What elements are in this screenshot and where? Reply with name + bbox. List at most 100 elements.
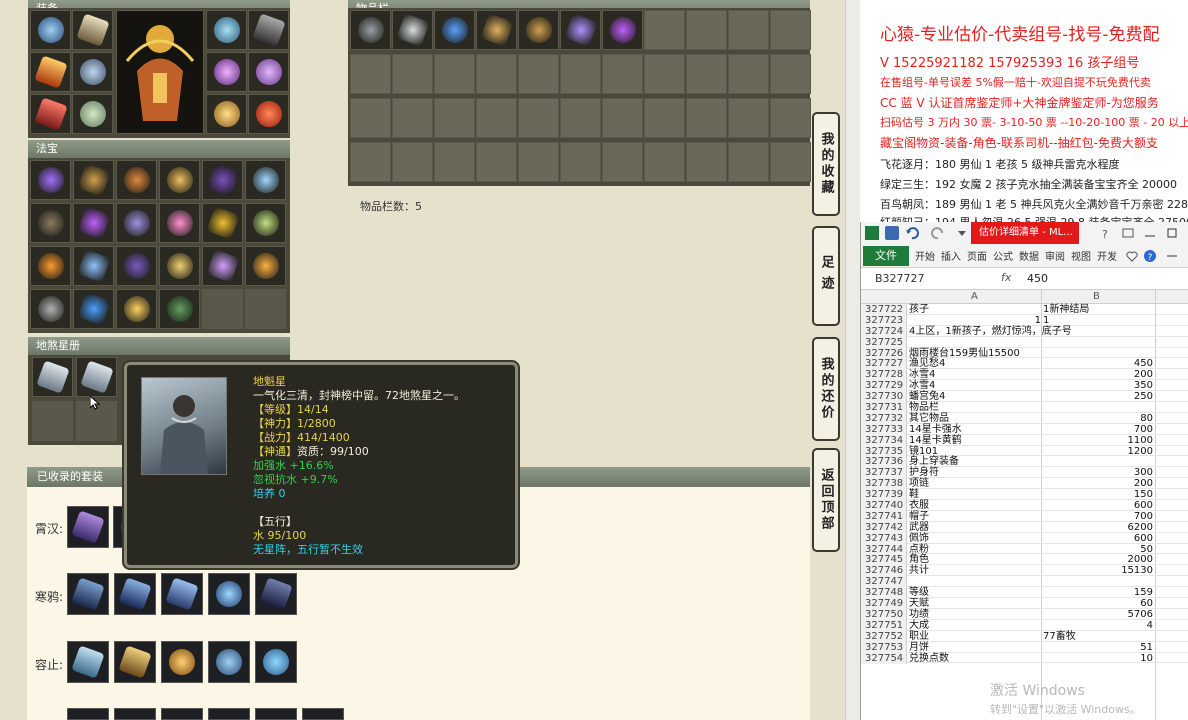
equip-slot-armor[interactable] bbox=[72, 52, 113, 92]
inventory-slot[interactable] bbox=[350, 98, 391, 138]
row-number[interactable]: 327738 bbox=[861, 478, 907, 490]
sheet-row[interactable]: 327740 衣服 600 bbox=[861, 500, 1188, 512]
cell-b[interactable]: 150 bbox=[1043, 489, 1153, 500]
inventory-slot[interactable] bbox=[434, 98, 475, 138]
name-box[interactable]: B327727 bbox=[875, 272, 925, 285]
fabao-slot[interactable] bbox=[202, 289, 243, 329]
cell-a[interactable]: 等级 bbox=[909, 587, 1041, 598]
set-item-row4-6[interactable] bbox=[302, 708, 344, 720]
sheet-row[interactable]: 327748 等级 159 bbox=[861, 587, 1188, 599]
equip-slot-sword[interactable] bbox=[30, 52, 71, 92]
sheet-row[interactable]: 327752 职业 77畜牧 bbox=[861, 630, 1188, 642]
undo-icon[interactable] bbox=[905, 226, 919, 240]
row-number[interactable]: 327737 bbox=[861, 467, 907, 479]
cell-b[interactable]: 6200 bbox=[1043, 522, 1153, 533]
row-number[interactable]: 327723 bbox=[861, 314, 907, 326]
equip-slot-boots[interactable] bbox=[72, 94, 113, 134]
fabao-slot[interactable] bbox=[30, 289, 71, 329]
sheet-row[interactable]: 327747 bbox=[861, 576, 1188, 588]
equip-slot-orb[interactable] bbox=[248, 94, 289, 134]
ribbon-tab-review[interactable]: 审阅 bbox=[1045, 248, 1065, 263]
sheet-row[interactable]: 327723 1 1 bbox=[861, 314, 1188, 326]
sheet-row[interactable]: 327725 bbox=[861, 336, 1188, 348]
fabao-slot[interactable] bbox=[30, 246, 71, 286]
sheet-row[interactable]: 327754 兑换点数 10 bbox=[861, 652, 1188, 664]
inventory-slot[interactable] bbox=[770, 98, 811, 138]
cell-b[interactable]: 350 bbox=[1043, 380, 1153, 391]
row-number[interactable]: 327751 bbox=[861, 619, 907, 631]
inventory-slot[interactable] bbox=[644, 142, 685, 182]
cell-b[interactable]: 51 bbox=[1043, 642, 1153, 653]
sheet-row[interactable]: 327730 蟠宫兔4 250 bbox=[861, 391, 1188, 403]
cell-a[interactable]: 其它物品 bbox=[909, 413, 1041, 424]
set-item-rongzhi-5[interactable] bbox=[255, 641, 297, 683]
ribbon-tab-data[interactable]: 数据 bbox=[1019, 248, 1039, 263]
row-number[interactable]: 327730 bbox=[861, 391, 907, 403]
row-number[interactable]: 327726 bbox=[861, 347, 907, 359]
quick-access-dropdown-icon[interactable] bbox=[955, 226, 969, 240]
cell-a[interactable]: 身上穿装备 bbox=[909, 456, 1041, 467]
inventory-slot[interactable] bbox=[476, 54, 517, 94]
inventory-slot[interactable] bbox=[518, 10, 559, 50]
inventory-slot[interactable] bbox=[644, 10, 685, 50]
column-header-a[interactable]: A bbox=[971, 291, 978, 302]
set-item-xiaohan-1[interactable] bbox=[67, 506, 109, 548]
inventory-slot[interactable] bbox=[770, 54, 811, 94]
set-item-hanya-1[interactable] bbox=[67, 573, 109, 615]
equip-slot-ring1[interactable] bbox=[206, 52, 247, 92]
row-number[interactable]: 327724 bbox=[861, 325, 907, 337]
equip-slot-belt[interactable] bbox=[30, 94, 71, 134]
cell-b[interactable]: 700 bbox=[1043, 424, 1153, 435]
fabao-slot[interactable] bbox=[245, 246, 286, 286]
side-tab-my-bargains[interactable]: 我的还价 bbox=[812, 337, 840, 441]
file-tab[interactable]: 文件 bbox=[863, 246, 909, 266]
cell-a[interactable]: 大成 bbox=[909, 620, 1041, 631]
fabao-slot[interactable] bbox=[245, 203, 286, 243]
fabao-slot[interactable] bbox=[30, 203, 71, 243]
set-item-row4-3[interactable] bbox=[161, 708, 203, 720]
set-item-rongzhi-3[interactable] bbox=[161, 641, 203, 683]
row-number[interactable]: 327727 bbox=[861, 358, 907, 370]
cell-b[interactable]: 60 bbox=[1043, 598, 1153, 609]
cell-b[interactable]: 50 bbox=[1043, 544, 1153, 555]
cell-b[interactable]: 300 bbox=[1043, 467, 1153, 478]
fabao-slot[interactable] bbox=[116, 289, 157, 329]
fabao-slot[interactable] bbox=[202, 160, 243, 200]
heart-icon[interactable] bbox=[1125, 249, 1139, 263]
fabao-slot[interactable] bbox=[73, 246, 114, 286]
row-number[interactable]: 327734 bbox=[861, 434, 907, 446]
row-number[interactable]: 327739 bbox=[861, 489, 907, 501]
sheet-row[interactable]: 327731 物品栏 bbox=[861, 402, 1188, 414]
ribbon-tab-developer[interactable]: 开发 bbox=[1097, 248, 1117, 263]
set-item-hanya-5[interactable] bbox=[255, 573, 297, 615]
document-scrollbar[interactable] bbox=[845, 0, 860, 720]
row-number[interactable]: 327741 bbox=[861, 510, 907, 522]
inventory-slot[interactable] bbox=[392, 98, 433, 138]
row-number[interactable]: 327731 bbox=[861, 402, 907, 414]
sheet-row[interactable]: 327750 功绩 5706 bbox=[861, 608, 1188, 620]
save-icon[interactable] bbox=[885, 226, 899, 240]
cell-a[interactable]: 烟雨楼台159男仙15500 bbox=[909, 348, 1041, 359]
inventory-slot[interactable] bbox=[686, 98, 727, 138]
sheet-row[interactable]: 327739 鞋 150 bbox=[861, 489, 1188, 501]
inventory-slot[interactable] bbox=[392, 142, 433, 182]
inventory-slot[interactable] bbox=[476, 10, 517, 50]
cell-a[interactable]: 14星卡黄鹤 bbox=[909, 435, 1041, 446]
equip-slot-helmet[interactable] bbox=[30, 10, 71, 50]
fabao-slot[interactable] bbox=[73, 289, 114, 329]
row-number[interactable]: 327753 bbox=[861, 641, 907, 653]
inventory-slot[interactable] bbox=[560, 54, 601, 94]
inventory-slot[interactable] bbox=[434, 142, 475, 182]
sheet-row[interactable]: 327745 角色 2000 bbox=[861, 554, 1188, 566]
cell-a[interactable]: 项链 bbox=[909, 478, 1041, 489]
set-item-rongzhi-1[interactable] bbox=[67, 641, 109, 683]
cell-a[interactable]: 镜101 bbox=[909, 446, 1041, 457]
inventory-slot[interactable] bbox=[560, 10, 601, 50]
equip-slot-mask[interactable] bbox=[206, 10, 247, 50]
cell-a[interactable]: 护身符 bbox=[909, 467, 1041, 478]
cell-a[interactable]: 功绩 bbox=[909, 609, 1041, 620]
help-circle-icon[interactable]: ? bbox=[1143, 249, 1157, 263]
set-item-hanya-4[interactable] bbox=[208, 573, 250, 615]
cell-b[interactable]: 159 bbox=[1043, 587, 1153, 598]
row-number[interactable]: 327752 bbox=[861, 630, 907, 642]
